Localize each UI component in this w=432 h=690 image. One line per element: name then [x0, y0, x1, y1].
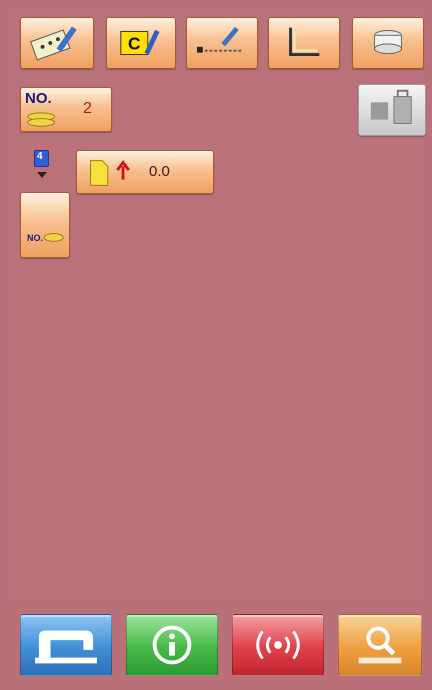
pattern-input-icon [197, 26, 244, 53]
pattern-number-icon [43, 233, 64, 242]
pattern-input-button[interactable] [186, 17, 258, 69]
bottom-bar [0, 600, 432, 690]
thread-spool-icon [374, 30, 402, 55]
search-icon [358, 626, 402, 664]
file-arrow-icon [90, 160, 130, 186]
info-button[interactable] [126, 614, 218, 676]
svg-text:C: C [128, 34, 141, 54]
copy-c-icon: C [120, 29, 160, 56]
lock-settings-icon [370, 89, 412, 124]
settings-lock-button[interactable] [358, 84, 426, 136]
sewing-machine-icon [35, 630, 97, 664]
screen: C NO. 2 4 0.0 NO. [0, 0, 432, 690]
down-arrow-icon [37, 172, 47, 178]
search-button[interactable] [338, 614, 422, 676]
pattern-stack-icon [27, 112, 56, 127]
sewing-machine-button[interactable] [20, 614, 112, 676]
info-icon [152, 625, 192, 665]
pattern-edit-button[interactable] [20, 17, 94, 69]
coordinate-icon [289, 27, 320, 56]
communication-button[interactable] [232, 614, 324, 676]
copy-button[interactable]: C [106, 17, 176, 69]
step-indicator: 4 [32, 150, 52, 188]
step-indicator-number: 4 [37, 151, 43, 162]
pattern-number-value: 2 [83, 100, 92, 117]
pattern-number-button[interactable]: NO. 2 [20, 87, 112, 132]
thread-button[interactable] [352, 17, 424, 69]
no-button[interactable]: NO. [20, 192, 70, 258]
step-value: 0.0 [149, 163, 170, 180]
coordinate-button[interactable] [268, 17, 340, 69]
pattern-edit-icon [30, 26, 77, 61]
step-button[interactable]: 0.0 [76, 150, 214, 194]
communication-icon [256, 630, 300, 660]
